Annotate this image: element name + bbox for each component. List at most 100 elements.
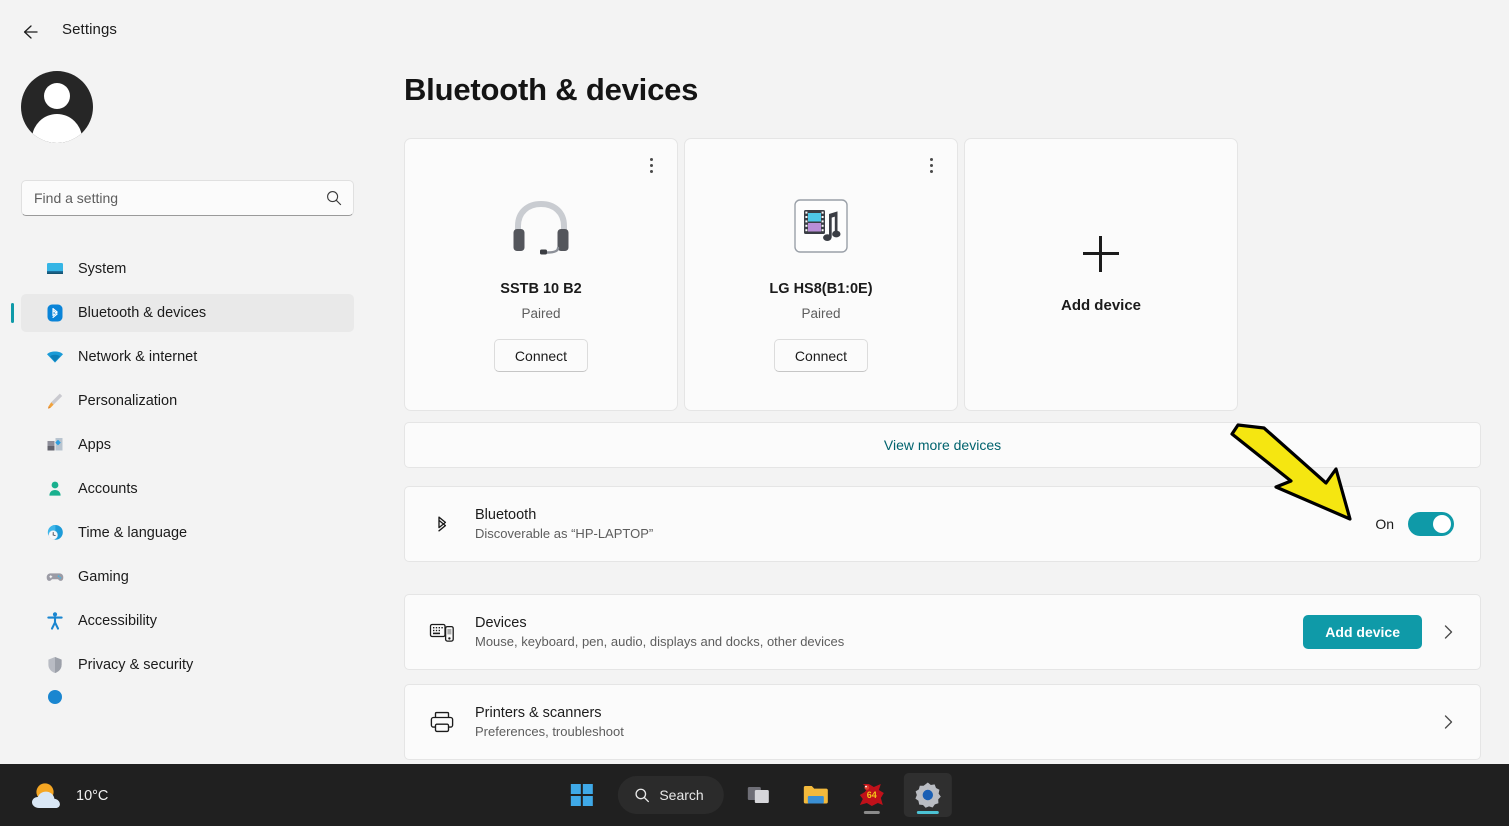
- printers-row-title: Printers & scanners: [475, 705, 1438, 721]
- sidebar-item-label: Gaming: [78, 569, 129, 585]
- bluetooth-row-subtitle: Discoverable as “HP-LAPTOP”: [475, 526, 1375, 541]
- search-icon: [325, 189, 343, 207]
- taskbar-center: Search 64: [557, 764, 951, 826]
- taskbar-search[interactable]: Search: [617, 776, 723, 814]
- more-options-icon[interactable]: [639, 153, 663, 177]
- sidebar-item-accounts[interactable]: Accounts: [21, 470, 354, 508]
- media-device-icon: [685, 191, 957, 261]
- bluetooth-row-title: Bluetooth: [475, 507, 1375, 523]
- app-64-button[interactable]: 64: [848, 773, 896, 817]
- view-more-devices-row[interactable]: View more devices: [404, 422, 1481, 468]
- running-indicator: [864, 811, 880, 814]
- system-icon: [44, 258, 66, 280]
- svg-text:64: 64: [867, 790, 877, 800]
- sidebar-item-label: Apps: [78, 437, 111, 453]
- avatar[interactable]: [21, 71, 93, 143]
- printers-row-subtitle: Preferences, troubleshoot: [475, 724, 1438, 739]
- file-explorer-button[interactable]: [792, 773, 840, 817]
- sidebar-item-label: Accessibility: [78, 613, 157, 629]
- paintbrush-icon: [44, 390, 66, 412]
- windows-update-icon: [44, 690, 66, 704]
- device-name: LG HS8(B1:0E): [685, 281, 957, 297]
- devices-icon: [427, 617, 457, 647]
- task-view-button[interactable]: [736, 773, 784, 817]
- main-content: Bluetooth & devices SSTB 10 B2: [372, 62, 1509, 764]
- sidebar-item-label: System: [78, 261, 126, 277]
- bluetooth-row-text: Bluetooth Discoverable as “HP-LAPTOP”: [475, 507, 1375, 541]
- sidebar-item-label: Network & internet: [78, 349, 197, 365]
- devices-row-title: Devices: [475, 615, 1303, 631]
- printer-icon: [427, 707, 457, 737]
- weather-temperature: 10°C: [76, 788, 108, 804]
- devices-row-text: Devices Mouse, keyboard, pen, audio, dis…: [475, 615, 1303, 649]
- add-device-button[interactable]: Add device: [1303, 615, 1422, 649]
- sidebar-item-apps[interactable]: Apps: [21, 426, 354, 464]
- sidebar-item-gaming[interactable]: Gaming: [21, 558, 354, 596]
- title-bar: Settings: [0, 0, 1509, 62]
- sidebar-item-time-language[interactable]: Time & language: [21, 514, 354, 552]
- sidebar-item-privacy-security[interactable]: Privacy & security: [21, 646, 354, 684]
- sidebar-item-bluetooth-devices[interactable]: Bluetooth & devices: [21, 294, 354, 332]
- printers-row-text: Printers & scanners Preferences, trouble…: [475, 705, 1438, 739]
- connect-button[interactable]: Connect: [494, 339, 588, 372]
- sidebar-item-personalization[interactable]: Personalization: [21, 382, 354, 420]
- clock-icon: [44, 522, 66, 544]
- gamepad-icon: [44, 566, 66, 588]
- gear-icon: [914, 781, 942, 809]
- start-icon: [569, 783, 593, 807]
- devices-row-subtitle: Mouse, keyboard, pen, audio, displays an…: [475, 634, 1303, 649]
- weather-widget[interactable]: 10°C: [22, 776, 116, 816]
- search-icon: [633, 787, 650, 804]
- red-app-icon: 64: [857, 781, 887, 809]
- device-cards: SSTB 10 B2 Paired Connect: [404, 138, 1238, 411]
- task-view-icon: [747, 783, 773, 807]
- back-arrow-icon: [20, 22, 40, 42]
- toggle-knob: [1433, 515, 1451, 533]
- back-button[interactable]: [14, 16, 46, 48]
- printers-scanners-row[interactable]: Printers & scanners Preferences, trouble…: [404, 684, 1481, 760]
- shield-icon: [44, 654, 66, 676]
- chevron-right-icon: [1438, 712, 1458, 732]
- taskbar: 10°C Search: [0, 764, 1509, 826]
- sidebar-item-network-internet[interactable]: Network & internet: [21, 338, 354, 376]
- sidebar-item-label: Personalization: [78, 393, 177, 409]
- more-options-icon[interactable]: [919, 153, 943, 177]
- folder-icon: [802, 783, 830, 807]
- search-input[interactable]: [34, 190, 325, 206]
- device-card[interactable]: SSTB 10 B2 Paired Connect: [404, 138, 678, 411]
- sidebar-item-label: Time & language: [78, 525, 187, 541]
- bluetooth-icon: [44, 302, 66, 324]
- devices-row[interactable]: Devices Mouse, keyboard, pen, audio, dis…: [404, 594, 1481, 670]
- sidebar-item-system[interactable]: System: [21, 250, 354, 288]
- bluetooth-icon: [427, 509, 457, 539]
- page-title: Bluetooth & devices: [404, 72, 698, 108]
- add-device-card[interactable]: Add device: [964, 138, 1238, 411]
- bluetooth-toggle-label: On: [1375, 516, 1394, 532]
- bluetooth-row: Bluetooth Discoverable as “HP-LAPTOP” On: [404, 486, 1481, 562]
- chevron-right-icon: [1438, 622, 1458, 642]
- sidebar-nav: System Bluetooth & devices: [0, 244, 372, 710]
- network-icon: [44, 346, 66, 368]
- sun-cloud-icon: [30, 780, 64, 812]
- apps-icon: [44, 434, 66, 456]
- app-title: Settings: [62, 21, 117, 38]
- add-device-card-label: Add device: [965, 297, 1237, 314]
- bluetooth-toggle[interactable]: [1408, 512, 1454, 536]
- sidebar-item-accessibility[interactable]: Accessibility: [21, 602, 354, 640]
- active-indicator: [917, 811, 939, 814]
- avatar-body: [32, 114, 82, 143]
- sidebar-item-windows-update[interactable]: [21, 690, 354, 704]
- connect-button[interactable]: Connect: [774, 339, 868, 372]
- device-status: Paired: [405, 306, 677, 321]
- accessibility-icon: [44, 610, 66, 632]
- sidebar-item-label: Privacy & security: [78, 657, 193, 673]
- device-card[interactable]: LG HS8(B1:0E) Paired Connect: [684, 138, 958, 411]
- search-box[interactable]: [21, 180, 354, 216]
- start-button[interactable]: [557, 773, 605, 817]
- settings-button[interactable]: [904, 773, 952, 817]
- accounts-icon: [44, 478, 66, 500]
- plus-icon: [1083, 236, 1119, 272]
- device-name: SSTB 10 B2: [405, 281, 677, 297]
- device-status: Paired: [685, 306, 957, 321]
- view-more-devices-link[interactable]: View more devices: [884, 437, 1001, 453]
